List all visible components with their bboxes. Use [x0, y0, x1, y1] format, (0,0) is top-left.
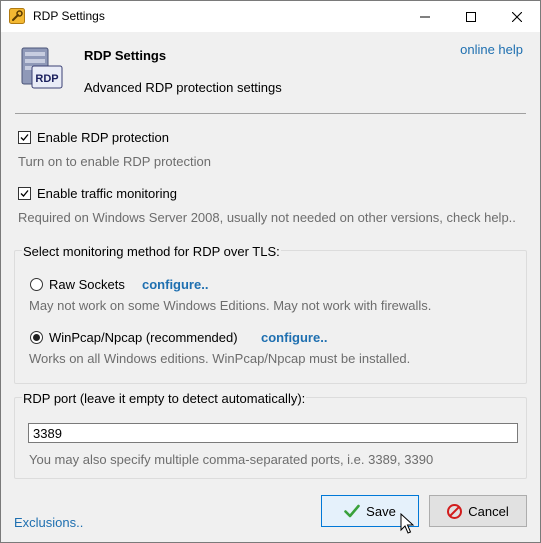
checkbox-box[interactable] — [18, 187, 31, 200]
mouse-cursor-icon — [400, 513, 415, 534]
rdp-server-icon: RDP — [18, 46, 66, 97]
raw-sockets-radio[interactable]: Raw Sockets — [30, 277, 125, 292]
winpcap-configure-link[interactable]: configure.. — [261, 330, 327, 345]
enable-traffic-monitoring-checkbox[interactable]: Enable traffic monitoring — [18, 186, 177, 201]
radio-circle[interactable] — [30, 331, 43, 344]
enable-traffic-monitoring-label: Enable traffic monitoring — [37, 186, 177, 201]
rdp-badge-text: RDP — [35, 73, 58, 85]
header-panel: RDP RDP Settings Advanced RDP protection… — [1, 32, 540, 114]
checkmark-icon — [20, 190, 29, 197]
close-button[interactable] — [494, 1, 540, 32]
cancel-button[interactable]: Cancel — [429, 495, 527, 527]
enable-rdp-protection-checkbox[interactable]: Enable RDP protection — [18, 130, 169, 145]
checkbox-box[interactable] — [18, 131, 31, 144]
winpcap-hint: Works on all Windows editions. WinPcap/N… — [29, 351, 411, 366]
online-help-link[interactable]: online help — [460, 42, 523, 57]
close-icon — [512, 11, 522, 22]
monitoring-method-group-label: Select monitoring method for RDP over TL… — [22, 244, 281, 259]
radio-selected-dot — [33, 334, 40, 341]
maximize-icon — [466, 11, 476, 22]
rdp-protection-hint: Turn on to enable RDP protection — [18, 154, 211, 169]
enable-rdp-protection-label: Enable RDP protection — [37, 130, 170, 145]
minimize-icon — [420, 16, 430, 17]
raw-sockets-hint: May not work on some Windows Editions. M… — [29, 298, 432, 313]
wrench-icon — [9, 8, 25, 24]
winpcap-npcap-label: WinPcap/Npcap (recommended) — [49, 330, 238, 345]
exclusions-link[interactable]: Exclusions.. — [14, 515, 83, 530]
title-bar: RDP Settings — [1, 1, 540, 32]
raw-sockets-label: Raw Sockets — [49, 277, 125, 292]
raw-sockets-configure-link[interactable]: configure.. — [142, 277, 208, 292]
no-entry-icon — [447, 503, 463, 519]
header-title: RDP Settings — [84, 48, 167, 63]
checkmark-icon — [344, 504, 360, 518]
minimize-button[interactable] — [402, 1, 448, 32]
save-button-label: Save — [366, 503, 396, 519]
maximize-button[interactable] — [448, 1, 494, 32]
rdp-port-hint: You may also specify multiple comma-sepa… — [29, 452, 434, 467]
cancel-button-label: Cancel — [468, 503, 509, 519]
rdp-settings-window: RDP Settings RDP RDP Settings Advanced R… — [0, 0, 541, 543]
window-title: RDP Settings — [33, 9, 105, 23]
header-subtitle: Advanced RDP protection settings — [84, 80, 282, 95]
rdp-port-input[interactable] — [28, 423, 518, 443]
traffic-monitoring-hint: Required on Windows Server 2008, usually… — [18, 210, 516, 225]
checkmark-icon — [20, 134, 29, 141]
rdp-port-label: RDP port (leave it empty to detect autom… — [22, 391, 307, 406]
header-divider — [15, 113, 526, 114]
radio-circle[interactable] — [30, 278, 43, 291]
winpcap-npcap-radio[interactable]: WinPcap/Npcap (recommended) — [30, 330, 238, 345]
